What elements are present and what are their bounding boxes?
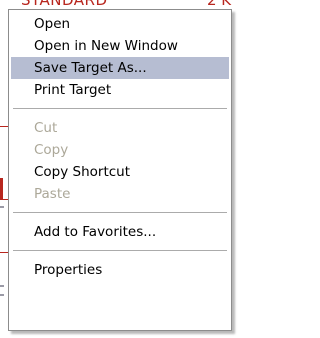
menu-item-open[interactable]: Open [11,13,229,35]
page-text-fragment [0,206,4,208]
menu-item-copy-shortcut[interactable]: Copy Shortcut [11,161,229,183]
page-link-text[interactable]: STANDARD [21,0,108,9]
menu-item-print-target[interactable]: Print Target [11,79,229,101]
menu-separator [13,108,227,109]
menu-item-properties[interactable]: Properties [11,259,229,281]
menu-item-copy: Copy [34,142,69,158]
browser-page: STANDARD 2 K Open Open in New Window Sav… [0,0,240,338]
page-size-text: 2 K [207,0,232,9]
context-menu: Open Open in New Window Save Target As..… [8,9,232,331]
page-link-fragment [0,178,3,200]
menu-item-open-in-new-window[interactable]: Open in New Window [11,35,229,57]
menu-item-save-target-as[interactable]: Save Target As... [11,57,229,79]
page-text-fragment [0,285,4,287]
menu-item-add-to-favorites[interactable]: Add to Favorites... [11,221,229,243]
page-text-fragment [0,294,4,296]
menu-separator [13,212,227,213]
menu-separator [13,250,227,251]
menu-item-paste: Paste [34,186,71,202]
menu-item-cut: Cut [34,120,58,136]
